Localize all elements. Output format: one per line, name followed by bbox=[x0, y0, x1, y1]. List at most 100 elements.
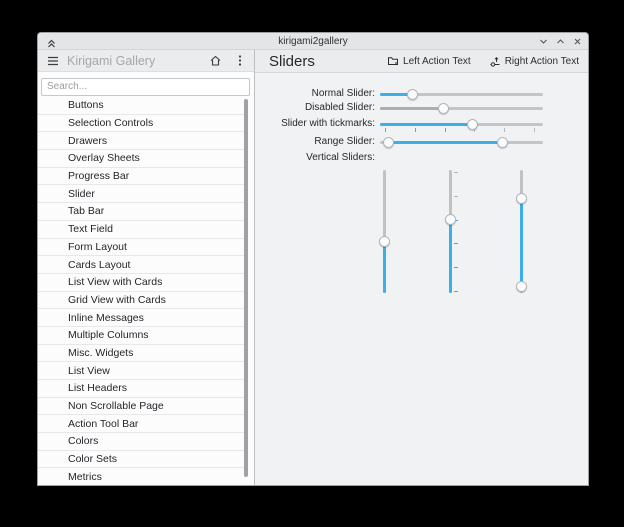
tick-mark bbox=[454, 243, 458, 245]
sidebar-item[interactable]: Action Tool Bar bbox=[38, 415, 246, 434]
app-title: Kirigami Gallery bbox=[67, 53, 156, 68]
tick-mark bbox=[504, 128, 506, 132]
tick-mark bbox=[444, 128, 446, 132]
minimize-icon[interactable] bbox=[539, 37, 548, 46]
sidebar-item[interactable]: Form Layout bbox=[38, 239, 246, 257]
range-low-handle[interactable] bbox=[382, 136, 394, 148]
sidebar-item[interactable]: Tab Bar bbox=[38, 203, 246, 221]
sidebar-item[interactable]: Multiple Columns bbox=[38, 327, 246, 345]
sidebar-item[interactable]: Grid View with Cards bbox=[38, 292, 246, 310]
maximize-icon[interactable] bbox=[556, 37, 565, 46]
sidebar-item[interactable]: Overlay Sheets bbox=[38, 150, 246, 168]
sidebar: Kirigami Gallery Buttons Selection Contro… bbox=[38, 50, 255, 485]
window-title: kirigami2gallery bbox=[278, 35, 348, 47]
sidebar-item[interactable]: Progress Bar bbox=[38, 168, 246, 186]
tick-mark bbox=[414, 128, 416, 132]
folder-icon bbox=[387, 55, 399, 67]
sidebar-item[interactable]: Misc. Widgets bbox=[38, 345, 246, 363]
sidebar-item-label: Form Layout bbox=[68, 240, 127, 253]
range-high-handle[interactable] bbox=[496, 136, 508, 148]
normal-slider-label: Normal Slider: bbox=[311, 88, 375, 99]
sidebar-item-label: Grid View with Cards bbox=[68, 293, 166, 306]
vertical-range-slider[interactable] bbox=[515, 170, 527, 293]
sidebar-item-label: Misc. Widgets bbox=[68, 346, 134, 359]
left-action-label: Left Action Text bbox=[403, 55, 471, 67]
app-window: kirigami2gallery Kirigami Gallery Button… bbox=[37, 32, 589, 486]
tick-mark bbox=[385, 128, 386, 132]
sidebar-item-label: List Headers bbox=[68, 382, 127, 395]
sidebar-item-label: Inline Messages bbox=[68, 311, 144, 324]
sidebar-item[interactable]: Slider bbox=[38, 185, 246, 204]
sidebar-item[interactable]: Metrics bbox=[38, 468, 246, 485]
sidebar-item[interactable]: List View with Cards bbox=[38, 274, 246, 292]
sidebar-item-label: Buttons bbox=[68, 99, 104, 112]
sidebar-item-label: Drawers bbox=[68, 134, 108, 147]
sidebar-item-label: List View with Cards bbox=[68, 276, 163, 289]
sidebar-item-label: Multiple Columns bbox=[68, 329, 149, 342]
range-low-handle[interactable] bbox=[515, 192, 527, 204]
normal-slider[interactable] bbox=[380, 88, 543, 100]
slider-fill bbox=[380, 106, 444, 110]
sidebar-item[interactable]: Inline Messages bbox=[38, 309, 246, 327]
tick-mark bbox=[454, 291, 458, 292]
vertical-sliders-label: Vertical Sliders: bbox=[306, 152, 375, 163]
tickmarks-slider[interactable] bbox=[380, 118, 543, 132]
vertical-slider-2[interactable] bbox=[444, 170, 458, 293]
slider-handle[interactable] bbox=[467, 118, 479, 130]
sidebar-item-label: Color Sets bbox=[68, 453, 118, 466]
slider-handle[interactable] bbox=[444, 213, 456, 225]
sidebar-scrollbar[interactable] bbox=[244, 99, 248, 477]
page-header: Sliders Left Action Text Right Action Te… bbox=[255, 50, 588, 73]
tickmarks-slider-label: Slider with tickmarks: bbox=[281, 118, 375, 129]
slider-handle[interactable] bbox=[378, 235, 390, 247]
tick-mark bbox=[534, 128, 535, 132]
slider-handle[interactable] bbox=[407, 88, 419, 100]
sidebar-item-label: Colors bbox=[68, 435, 99, 448]
close-icon[interactable] bbox=[573, 37, 582, 46]
sidebar-item[interactable]: Colors bbox=[38, 433, 246, 451]
sidebar-item-label: Selection Controls bbox=[68, 117, 154, 130]
sidebar-item[interactable]: Cards Layout bbox=[38, 256, 246, 274]
sidebar-item[interactable]: Drawers bbox=[38, 132, 246, 151]
slider-tickmarks bbox=[453, 172, 458, 292]
range-slider-label: Range Slider: bbox=[314, 136, 375, 147]
sidebar-header: Kirigami Gallery bbox=[38, 50, 254, 72]
slider-fill bbox=[388, 140, 503, 144]
tick-mark bbox=[454, 195, 458, 197]
slider-fill bbox=[448, 219, 452, 293]
range-high-handle[interactable] bbox=[515, 281, 527, 293]
home-button[interactable] bbox=[209, 54, 222, 67]
sidebar-item[interactable]: List Headers bbox=[38, 380, 246, 398]
search-input[interactable] bbox=[41, 77, 250, 96]
disabled-slider-label: Disabled Slider: bbox=[304, 102, 375, 113]
slider-handle bbox=[438, 102, 450, 114]
sidebar-item[interactable]: Buttons bbox=[38, 97, 246, 115]
sidebar-item-label: Slider bbox=[68, 187, 95, 200]
adjust-slider-icon bbox=[489, 55, 501, 67]
sidebar-item-label: Progress Bar bbox=[68, 170, 130, 183]
range-slider[interactable] bbox=[380, 136, 543, 148]
right-action-label: Right Action Text bbox=[504, 55, 579, 67]
sidebar-item-label: List View bbox=[68, 364, 110, 377]
kebab-menu-icon[interactable] bbox=[238, 54, 242, 67]
slider-tickmarks bbox=[385, 127, 535, 132]
vertical-slider-1[interactable] bbox=[378, 170, 390, 293]
sidebar-item[interactable]: Color Sets bbox=[38, 451, 246, 469]
sidebar-item-label: Overlay Sheets bbox=[68, 152, 140, 165]
sidebar-item-label: Text Field bbox=[68, 223, 113, 236]
sidebar-item[interactable]: Non Scrollable Page bbox=[38, 398, 246, 416]
sidebar-item-label: Tab Bar bbox=[68, 205, 105, 218]
tick-mark bbox=[454, 267, 458, 269]
slider-fill bbox=[380, 122, 473, 126]
sidebar-item[interactable]: Selection Controls bbox=[38, 115, 246, 133]
hamburger-menu-icon[interactable] bbox=[47, 56, 59, 66]
right-action-button[interactable]: Right Action Text bbox=[486, 53, 582, 69]
left-action-button[interactable]: Left Action Text bbox=[384, 53, 474, 69]
sliders-page: Normal Slider: Disabled Slider: Slider w… bbox=[255, 73, 588, 485]
page-toolbar: Left Action Text Right Action Text bbox=[384, 53, 582, 69]
sidebar-item[interactable]: Text Field bbox=[38, 221, 246, 239]
sidebar-item[interactable]: List View bbox=[38, 362, 246, 380]
slider-fill bbox=[519, 198, 523, 287]
sidebar-item-label: Metrics bbox=[68, 470, 102, 483]
titlebar: kirigami2gallery bbox=[38, 33, 588, 50]
